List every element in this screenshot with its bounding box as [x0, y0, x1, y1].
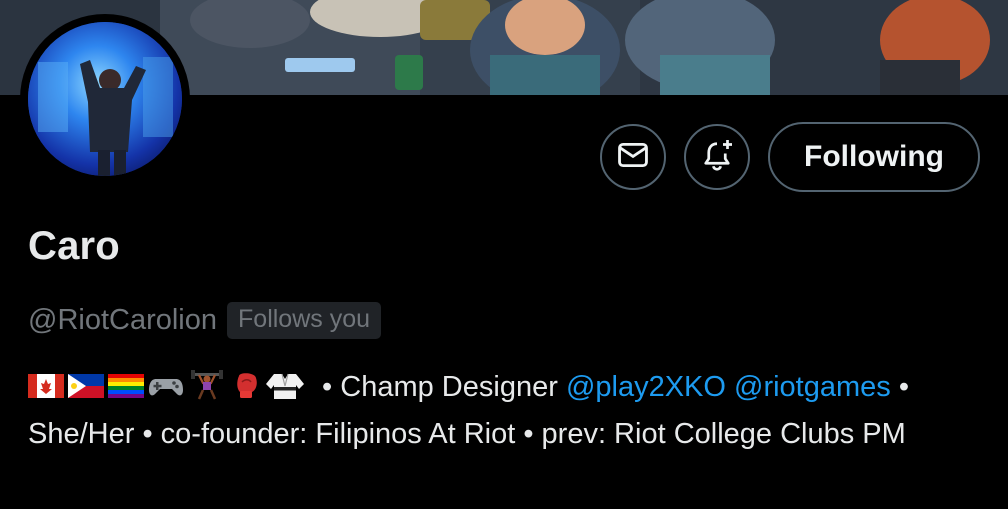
martial-arts-uniform-icon — [266, 373, 304, 399]
bio-emoji-strip — [28, 370, 310, 413]
display-name: Caro — [28, 224, 120, 268]
follows-you-badge: Follows you — [227, 302, 382, 339]
canada-flag-icon — [28, 374, 64, 398]
profile-bio: • Champ Designer @play2XKO @riotgames • … — [28, 366, 983, 456]
mention-play2xko-link[interactable]: @play2XKO — [566, 371, 726, 403]
notifications-button[interactable] — [684, 124, 751, 190]
bio-text-1: • Champ Designer — [314, 371, 566, 403]
philippines-flag-icon — [68, 374, 104, 398]
envelope-icon — [616, 138, 650, 177]
handle-row: @RiotCarolion Follows you — [28, 302, 382, 339]
weightlifter-icon — [191, 370, 223, 400]
rainbow-flag-icon — [108, 374, 144, 398]
game-controller-icon — [149, 379, 183, 396]
profile-avatar[interactable] — [28, 22, 182, 176]
message-button[interactable] — [600, 124, 667, 190]
following-button[interactable]: Following — [768, 122, 980, 192]
username-handle: @RiotCarolion — [28, 304, 218, 336]
boxing-glove-icon — [237, 373, 257, 398]
bio-space — [726, 371, 734, 403]
bell-plus-icon — [699, 137, 735, 178]
profile-actions: Following — [600, 122, 980, 192]
mention-riotgames-link[interactable]: @riotgames — [734, 371, 891, 403]
